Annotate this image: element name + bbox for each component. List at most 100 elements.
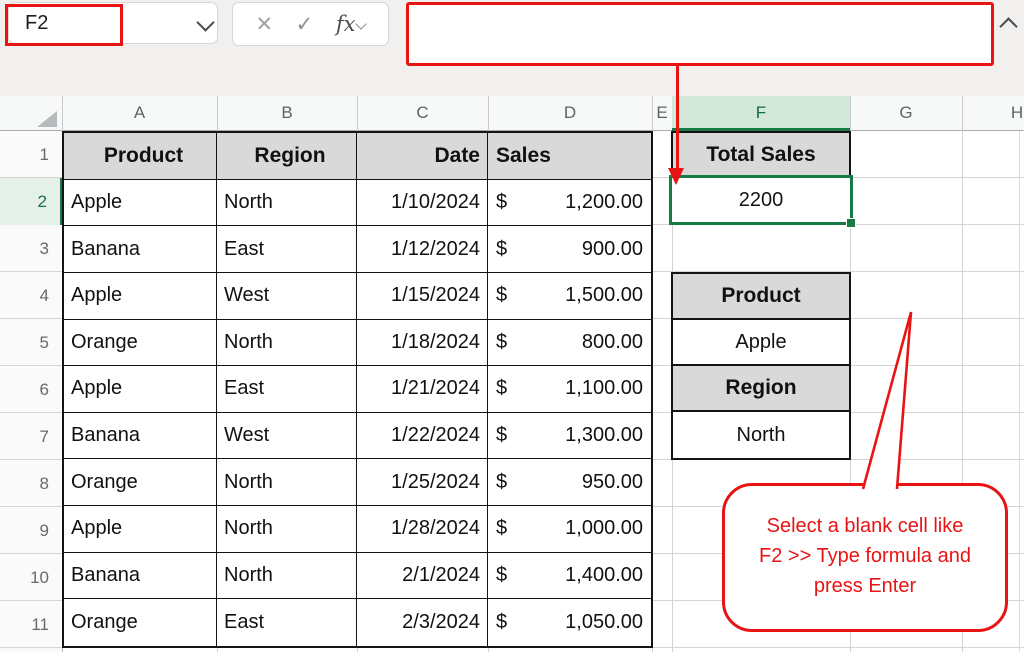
cell-product[interactable]: Apple (64, 273, 217, 320)
cell-date[interactable]: 1/22/2024 (357, 413, 488, 460)
cell-date[interactable]: 1/15/2024 (357, 273, 488, 320)
cell-region[interactable]: North (217, 553, 357, 600)
cell-date[interactable]: 1/12/2024 (357, 226, 488, 273)
currency-symbol: $ (496, 564, 507, 587)
formula-toolbar: F2 ✕ ✓ fx =SUMIFS(D2:D11, A2:A11, "Apple… (0, 0, 1024, 96)
cell-product[interactable]: Apple (64, 506, 217, 553)
table-header-product[interactable]: Product (64, 133, 217, 180)
cell-sales[interactable]: $800.00 (488, 320, 651, 367)
cell-date[interactable]: 1/25/2024 (357, 459, 488, 506)
sales-amount: 1,200.00 (565, 191, 643, 214)
callout-line: F2 >> Type formula and (725, 541, 1005, 571)
row-header-10[interactable]: 10 (0, 554, 62, 601)
cell-region[interactable]: North (217, 320, 357, 367)
row-header-4[interactable]: 4 (0, 272, 62, 319)
currency-symbol: $ (496, 238, 507, 261)
cell-product[interactable]: Orange (64, 320, 217, 367)
name-box[interactable]: F2 (8, 2, 218, 44)
column-header-h[interactable]: H (962, 96, 1024, 131)
fx-icon: fx (336, 12, 356, 36)
sheet: ABCDEFGH 1234567891011 ProductRegionDate… (0, 96, 1024, 652)
cell-date[interactable]: 2/1/2024 (357, 553, 488, 600)
column-header-d[interactable]: D (488, 96, 652, 131)
cell-product[interactable]: Orange (64, 459, 217, 506)
cell-product-label[interactable]: Product (673, 274, 849, 320)
column-header-g[interactable]: G (850, 96, 962, 131)
name-box-value: F2 (25, 3, 48, 43)
cell-region-label[interactable]: Region (673, 366, 849, 412)
currency-symbol: $ (496, 424, 507, 447)
sales-amount: 1,500.00 (565, 284, 643, 307)
cell-region[interactable]: North (217, 180, 357, 227)
cell-sales[interactable]: $1,100.00 (488, 366, 651, 413)
row-header-9[interactable]: 9 (0, 507, 62, 554)
row-header-1[interactable]: 1 (0, 131, 62, 178)
cell-total-sales-header[interactable]: Total Sales (671, 131, 851, 178)
cell-region[interactable]: East (217, 226, 357, 273)
currency-symbol: $ (496, 517, 507, 540)
cell-product[interactable]: Banana (64, 413, 217, 460)
cell-region[interactable]: East (217, 366, 357, 413)
formula-bar-collapse-button[interactable] (999, 17, 1017, 35)
row-header-2[interactable]: 2 (0, 178, 62, 225)
formula-button-group: ✕ ✓ fx (232, 2, 389, 46)
table-header-date[interactable]: Date (357, 133, 488, 180)
table-header-region[interactable]: Region (217, 133, 357, 180)
cell-sales[interactable]: $1,050.00 (488, 599, 651, 646)
row-header-3[interactable]: 3 (0, 225, 62, 272)
criteria-block: Product Apple Region North (671, 272, 851, 460)
cell-sales[interactable]: $1,300.00 (488, 413, 651, 460)
table-header-sales[interactable]: Sales (488, 133, 651, 180)
sales-amount: 1,100.00 (565, 377, 643, 400)
cell-date[interactable]: 1/10/2024 (357, 180, 488, 227)
column-header-a[interactable]: A (62, 96, 217, 131)
row-headers: 1234567891011 (0, 96, 62, 652)
column-header-f[interactable]: F (672, 96, 850, 131)
callout-tail (845, 306, 920, 490)
insert-function-button[interactable]: fx (336, 12, 366, 36)
cell-sales[interactable]: $950.00 (488, 459, 651, 506)
cell-region[interactable]: North (217, 459, 357, 506)
cell-sales[interactable]: $1,400.00 (488, 553, 651, 600)
cell-product[interactable]: Orange (64, 599, 217, 646)
column-header-e[interactable]: E (652, 96, 672, 131)
row-header-7[interactable]: 7 (0, 413, 62, 460)
cell-product[interactable]: Apple (64, 366, 217, 413)
sales-amount: 800.00 (582, 331, 643, 354)
cell-product-value[interactable]: Apple (673, 320, 849, 366)
column-header-b[interactable]: B (217, 96, 357, 131)
cell-sales[interactable]: $1,000.00 (488, 506, 651, 553)
cell-date[interactable]: 1/28/2024 (357, 506, 488, 553)
sales-amount: 1,400.00 (565, 564, 643, 587)
currency-symbol: $ (496, 331, 507, 354)
cell-product[interactable]: Apple (64, 180, 217, 227)
row-header-11[interactable]: 11 (0, 601, 62, 648)
cell-date[interactable]: 2/3/2024 (357, 599, 488, 646)
row-header-6[interactable]: 6 (0, 366, 62, 413)
formula-bar[interactable]: =SUMIFS(D2:D11, A2:A11, "Apple", B2:B11,… (406, 2, 994, 66)
selected-cell-f2[interactable]: 2200 (669, 175, 853, 225)
cell-date[interactable]: 1/18/2024 (357, 320, 488, 367)
chevron-down-icon[interactable] (196, 13, 214, 31)
cell-region[interactable]: West (217, 273, 357, 320)
cell-sales[interactable]: $1,500.00 (488, 273, 651, 320)
currency-symbol: $ (496, 611, 507, 634)
row-header-8[interactable]: 8 (0, 460, 62, 507)
cell-sales[interactable]: $1,200.00 (488, 180, 651, 227)
currency-symbol: $ (496, 284, 507, 307)
cell-region-value[interactable]: North (673, 412, 849, 458)
cell-date[interactable]: 1/21/2024 (357, 366, 488, 413)
enter-button[interactable]: ✓ (296, 12, 314, 37)
cell-product[interactable]: Banana (64, 226, 217, 273)
cell-region[interactable]: West (217, 413, 357, 460)
cell-region[interactable]: North (217, 506, 357, 553)
cancel-button[interactable]: ✕ (256, 12, 274, 37)
chevron-down-icon (356, 18, 367, 29)
column-header-c[interactable]: C (357, 96, 488, 131)
row-header-5[interactable]: 5 (0, 319, 62, 366)
callout-text: Select a blank cell likeF2 >> Type formu… (725, 486, 1005, 601)
cell-product[interactable]: Banana (64, 553, 217, 600)
cell-sales[interactable]: $900.00 (488, 226, 651, 273)
cell-region[interactable]: East (217, 599, 357, 646)
currency-symbol: $ (496, 377, 507, 400)
